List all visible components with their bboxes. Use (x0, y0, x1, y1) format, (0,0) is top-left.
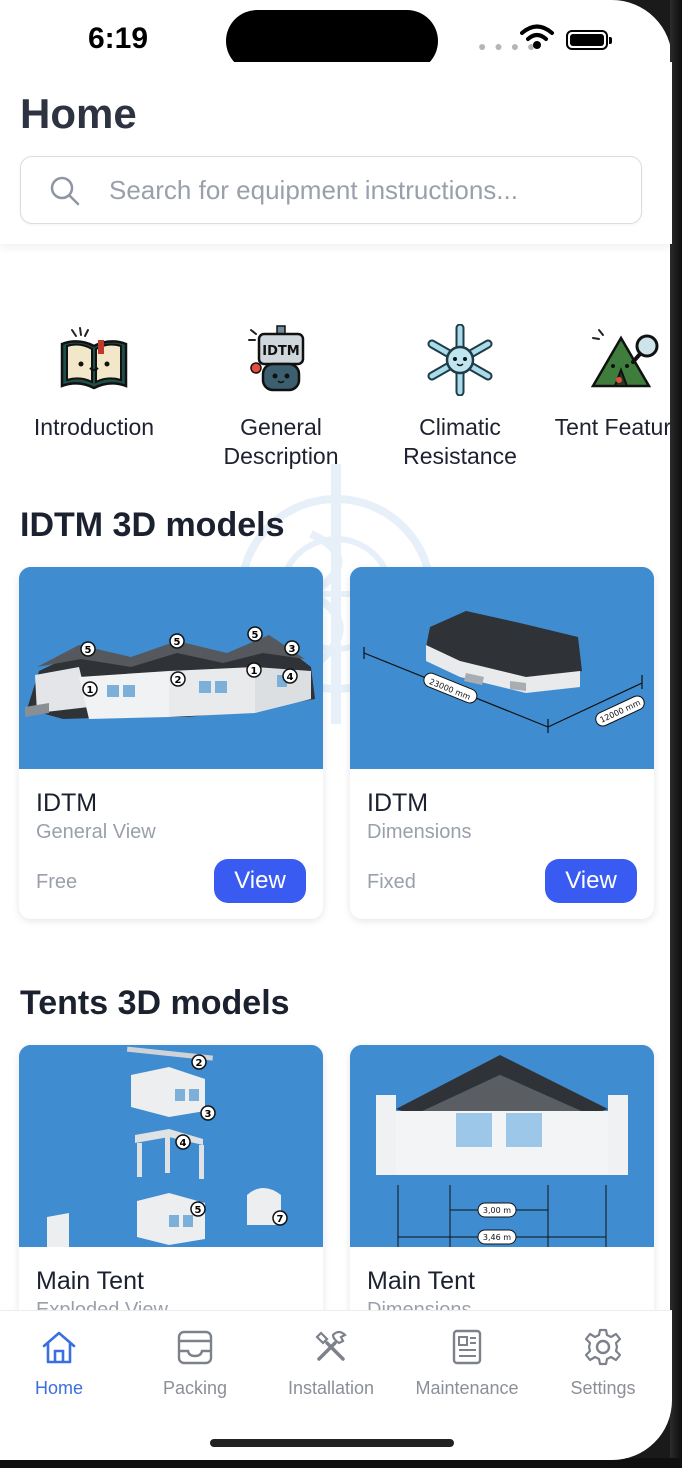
main-tent-exploded-thumbnail: 2 3 4 5 7 (19, 1045, 323, 1247)
idtm-robot-icon: IDTM (248, 325, 305, 392)
callout-marker: 3 (284, 640, 300, 656)
search-bar[interactable] (20, 156, 642, 224)
home-content[interactable]: Introduction IDTM General Description Cl… (0, 244, 672, 1310)
svg-text:5: 5 (174, 637, 181, 648)
model-card-main-tent-dimensions[interactable]: 3,00 m 3,46 m Main Tent Dimensions (350, 1045, 654, 1310)
battery-icon (566, 30, 612, 50)
svg-text:IDTM: IDTM (262, 344, 299, 359)
status-time: 6:19 (88, 22, 149, 55)
tab-label: Packing (162, 1378, 228, 1398)
main-tent-dimensions-thumbnail: 3,00 m 3,46 m (350, 1045, 654, 1247)
newspaper-icon (452, 1329, 482, 1365)
svg-text:3: 3 (289, 644, 296, 655)
callout-marker: 4 (175, 1134, 191, 1150)
svg-text:2: 2 (175, 675, 182, 686)
callout-marker: 2 (191, 1054, 207, 1070)
category-label: Introduction (33, 414, 155, 440)
tab-label: Home (34, 1378, 83, 1398)
card-subtitle: General View (36, 821, 156, 843)
section-title-idtm-models: IDTM 3D models (20, 506, 285, 544)
svg-text:5: 5 (195, 1205, 202, 1216)
header: Home (0, 62, 672, 244)
home-indicator[interactable] (210, 1439, 454, 1447)
svg-text:3: 3 (205, 1109, 212, 1120)
tools-icon (315, 1330, 347, 1361)
gear-icon (584, 1328, 622, 1366)
tab-label: Maintenance (415, 1378, 519, 1398)
view-button[interactable]: View (545, 859, 637, 903)
callout-marker: 5 (247, 626, 263, 642)
idtm-general-view-thumbnail: 5 5 5 3 1 2 1 4 (19, 567, 323, 769)
search-icon (50, 176, 80, 206)
open-book-icon (60, 327, 128, 390)
card-title: IDTM (36, 789, 98, 817)
home-icon (42, 1331, 76, 1364)
bottom-tab-bar: Home Packing Installation Maintenance Se… (0, 1310, 672, 1460)
callout-marker: 7 (272, 1210, 288, 1226)
card-tag: Fixed (367, 871, 416, 893)
tab-installation[interactable]: Installation (263, 1327, 399, 1399)
callout-marker: 1 (82, 681, 98, 697)
callout-marker: 3 (200, 1105, 216, 1121)
callout-marker: 5 (190, 1201, 206, 1217)
model-card-main-tent-exploded[interactable]: 2 3 4 5 7 Main Tent Exploded View (19, 1045, 323, 1310)
tab-label: Installation (287, 1378, 375, 1398)
tab-label: Settings (570, 1378, 636, 1398)
callout-marker: 5 (169, 633, 185, 649)
tab-maintenance[interactable]: Maintenance (399, 1327, 535, 1399)
phone-screen: 6:19 ● ● ● ● Home Search for equipment i… (0, 0, 672, 1460)
tent-magnifier-icon (590, 329, 659, 388)
category-label: Climatic Resistance (403, 414, 517, 469)
svg-text:2: 2 (196, 1058, 203, 1069)
card-subtitle: Dimensions (367, 1299, 472, 1310)
page-title: Home (20, 90, 137, 137)
svg-text:1: 1 (87, 685, 94, 696)
svg-text:7: 7 (277, 1214, 284, 1225)
view-button[interactable]: View (214, 859, 306, 903)
card-title: IDTM (367, 789, 429, 817)
card-tag: Free (36, 871, 78, 893)
category-introduction[interactable]: Introduction (9, 324, 179, 442)
svg-text:4: 4 (287, 672, 294, 683)
model-card-idtm-dimensions[interactable]: 23000 mm 12000 mm IDTM Dimensions Fixed … (350, 567, 654, 919)
section-title-tents-models: Tents 3D models (20, 984, 290, 1022)
dimension-label: 3,00 m (483, 1206, 511, 1215)
category-row: Introduction IDTM General Description Cl… (0, 323, 672, 484)
search-input[interactable] (109, 157, 629, 223)
tab-home[interactable]: Home (0, 1327, 127, 1399)
idtm-dimensions-thumbnail: 23000 mm 12000 mm (350, 567, 654, 769)
callout-marker: 2 (170, 671, 186, 687)
card-subtitle: Dimensions (367, 821, 472, 843)
dimension-label: 3,46 m (483, 1233, 511, 1242)
snowflake-icon (427, 323, 493, 397)
callout-marker: 1 (246, 662, 262, 678)
wifi-icon (520, 24, 554, 49)
callout-marker: 5 (80, 641, 96, 657)
category-tent-features[interactable]: Tent Features (540, 324, 672, 442)
svg-text:4: 4 (180, 1138, 187, 1149)
inbox-tray-icon (177, 1330, 213, 1365)
category-climatic-resistance[interactable]: Climatic Resistance (375, 323, 545, 471)
category-label: Tent Features (554, 414, 672, 440)
tab-packing[interactable]: Packing (127, 1327, 263, 1399)
card-title: Main Tent (367, 1267, 475, 1295)
tab-settings[interactable]: Settings (535, 1327, 671, 1399)
category-general-description[interactable]: IDTM General Description (196, 324, 366, 471)
card-title: Main Tent (36, 1267, 144, 1295)
category-label: General Description (223, 414, 339, 469)
model-card-idtm-general[interactable]: 5 5 5 3 1 2 1 4 IDTM General View Free V… (19, 567, 323, 919)
svg-text:5: 5 (85, 645, 92, 656)
card-subtitle: Exploded View (36, 1299, 168, 1310)
svg-text:1: 1 (251, 666, 258, 677)
callout-marker: 4 (282, 668, 298, 684)
svg-text:5: 5 (252, 630, 259, 641)
